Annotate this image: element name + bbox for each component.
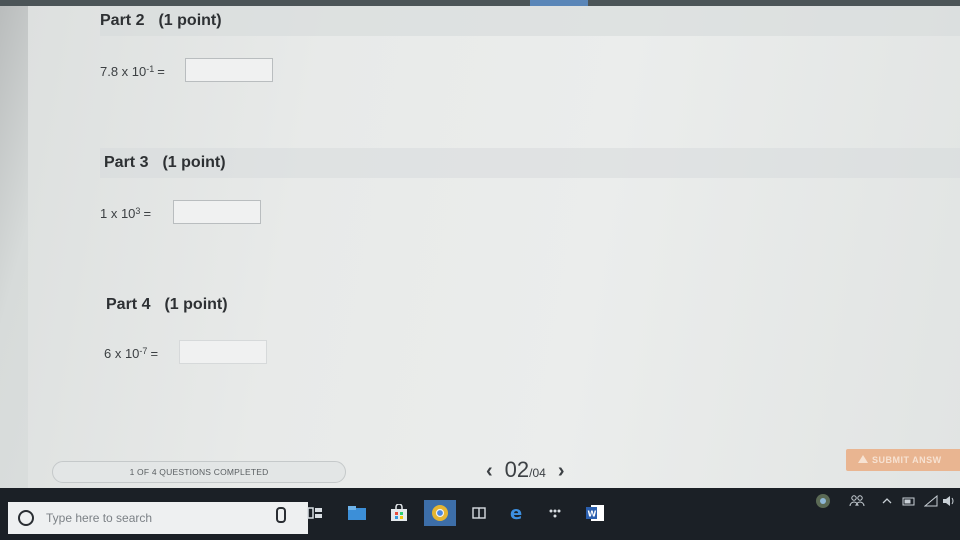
part-4-equals: = xyxy=(150,346,159,361)
task-view-icon[interactable] xyxy=(304,502,326,524)
part-4-answer-input[interactable] xyxy=(179,340,267,364)
questions-progress-bar: 1 OF 4 QUESTIONS COMPLETED xyxy=(52,461,346,483)
part-4-base: 6 x 10 xyxy=(104,346,140,361)
cortana-mic-icon[interactable] xyxy=(276,507,286,523)
part-2-equals: = xyxy=(157,64,165,79)
part-2-exponent: -1 xyxy=(146,63,155,74)
windows-taskbar: Type here to search e W xyxy=(0,488,960,540)
total-pages: /04 xyxy=(529,466,546,480)
volume-icon[interactable] xyxy=(940,490,958,512)
question-pager: ‹ 02 /04 › xyxy=(486,457,565,483)
svg-text:e: e xyxy=(510,504,522,522)
part-2-base: 7.8 x 10 xyxy=(100,64,147,79)
taskbar-search-box[interactable]: Type here to search xyxy=(8,502,308,534)
part-2-title: Part 2 xyxy=(100,12,145,29)
part-4-exponent: -7 xyxy=(139,345,148,356)
part-3-base: 1 x 10 xyxy=(100,206,136,221)
chrome-tray-icon[interactable] xyxy=(812,490,834,512)
network-app-icon[interactable] xyxy=(544,502,566,524)
people-icon[interactable] xyxy=(846,490,868,512)
search-placeholder: Type here to search xyxy=(46,511,153,525)
question-page: Part 2 (1 point) 7.8 x 10 -1 = Part 3 (1 p… xyxy=(28,6,960,488)
part-4-header: Part 4 (1 point) xyxy=(106,290,960,320)
part-2-header: Part 2 (1 point) xyxy=(100,6,960,36)
battery-icon[interactable] xyxy=(898,490,920,512)
current-page-number: 02 xyxy=(504,457,530,482)
part-3-equals: = xyxy=(143,206,152,221)
svg-text:W: W xyxy=(588,510,597,519)
part-4-points: (1 point) xyxy=(164,296,228,313)
part-2-points: (1 point) xyxy=(158,12,222,29)
chrome-icon[interactable] xyxy=(424,500,456,526)
part-2-expression: 7.8 x 10 -1 = xyxy=(100,63,165,80)
part-2-answer-input[interactable] xyxy=(185,58,273,82)
part-3-header: Part 3 (1 point) xyxy=(100,148,960,178)
part-3-title: Part 3 xyxy=(104,154,149,171)
wifi-icon[interactable] xyxy=(920,490,942,512)
part-3-points: (1 point) xyxy=(162,154,226,171)
store-icon[interactable] xyxy=(388,502,410,524)
submit-label: SUBMIT ANSW xyxy=(872,455,942,465)
windows-app-icon[interactable] xyxy=(468,502,490,524)
submit-answers-button[interactable]: SUBMIT ANSW xyxy=(846,449,960,471)
submit-arrow-icon xyxy=(858,455,868,463)
word-icon[interactable]: W xyxy=(584,502,606,524)
next-question-button[interactable]: › xyxy=(558,460,565,483)
part-3-exponent: 3 xyxy=(135,205,141,216)
part-4-expression: 6 x 10 -7 = xyxy=(104,345,159,362)
previous-question-button[interactable]: ‹ xyxy=(486,460,493,483)
edge-icon[interactable]: e xyxy=(506,502,528,524)
progress-text: 1 OF 4 QUESTIONS COMPLETED xyxy=(129,467,269,477)
file-explorer-icon[interactable] xyxy=(346,502,368,524)
part-4-title: Part 4 xyxy=(106,296,151,313)
show-hidden-icons-chevron[interactable] xyxy=(876,490,898,512)
part-3-answer-input[interactable] xyxy=(173,200,261,224)
cortana-circle-icon xyxy=(18,510,34,526)
part-3-expression: 1 x 10 3 = xyxy=(100,205,152,222)
